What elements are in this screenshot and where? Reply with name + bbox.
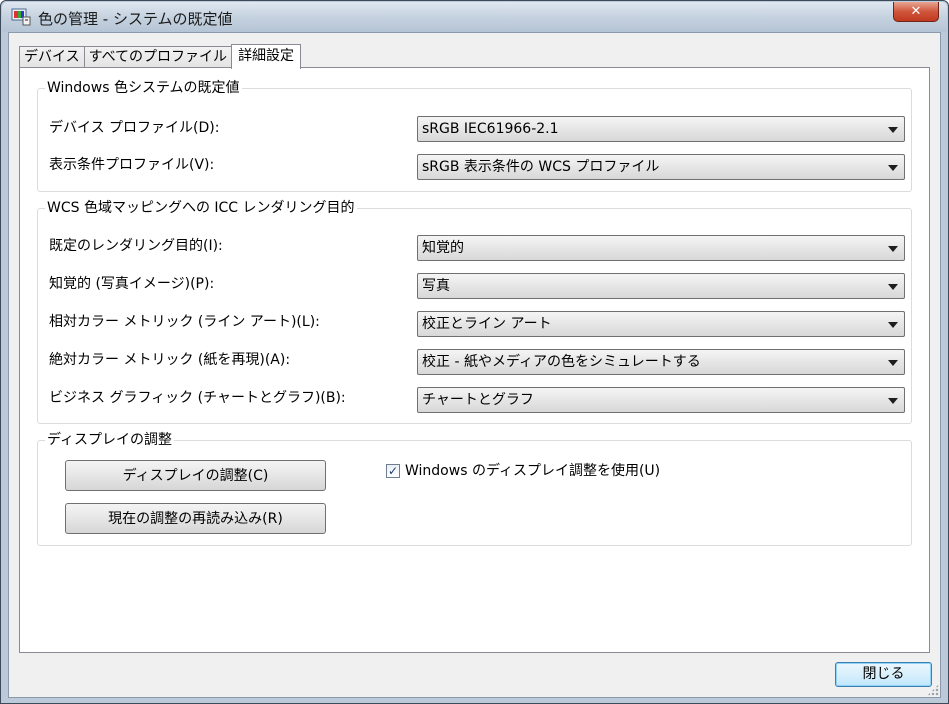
absolute-colorimetric-select[interactable]: 校正 - 紙やメディアの色をシミュレートする <box>417 349 905 375</box>
use-windows-calibration-checkbox[interactable]: ✓ <box>386 464 400 478</box>
device-profile-label: デバイス プロファイル(D): <box>49 120 220 136</box>
absolute-colorimetric-value: 校正 - 紙やメディアの色をシミュレートする <box>422 354 701 370</box>
tab-all-profiles[interactable]: すべてのプロファイル <box>83 46 232 68</box>
window-close-button[interactable]: ✕ <box>893 2 939 22</box>
close-icon: ✕ <box>910 4 922 19</box>
chevron-down-icon <box>888 322 898 328</box>
dialog-body: デバイス すべてのプロファイル 詳細設定 Windows 色システムの既定値 デ… <box>8 32 941 698</box>
viewing-profile-label: 表示条件プロファイル(V): <box>49 157 215 173</box>
icc-mapping-legend: WCS 色域マッピングへの ICC レンダリング目的 <box>45 198 357 218</box>
display-calibration-group: ディスプレイの調整 ディスプレイの調整(C) 現在の調整の再読み込み(R) ✓ … <box>37 430 912 546</box>
tab-strip: デバイス すべてのプロファイル 詳細設定 <box>19 44 302 69</box>
tab-panel-advanced: Windows 色システムの既定値 デバイス プロファイル(D): sRGB I… <box>19 67 930 653</box>
chevron-down-icon <box>888 360 898 366</box>
absolute-colorimetric-label: 絶対カラー メトリック (紙を再現)(A): <box>49 352 291 368</box>
display-calibration-legend: ディスプレイの調整 <box>45 430 175 450</box>
chevron-down-icon <box>888 284 898 290</box>
calibrate-display-button[interactable]: ディスプレイの調整(C) <box>65 460 326 491</box>
chevron-down-icon <box>888 127 898 133</box>
default-intent-label: 既定のレンダリング目的(I): <box>49 238 223 254</box>
chevron-down-icon <box>888 246 898 252</box>
business-graphics-label: ビジネス グラフィック (チャートとグラフ)(B): <box>49 390 346 406</box>
icc-mapping-group: WCS 色域マッピングへの ICC レンダリング目的 既定のレンダリング目的(I… <box>37 198 912 424</box>
relative-colorimetric-value: 校正とライン アート <box>422 316 552 332</box>
perceptual-label: 知覚的 (写真イメージ)(P): <box>49 276 215 292</box>
perceptual-select[interactable]: 写真 <box>417 273 905 299</box>
device-profile-value: sRGB IEC61966-2.1 <box>422 121 559 137</box>
perceptual-value: 写真 <box>422 278 450 294</box>
viewing-profile-value: sRGB 表示条件の WCS プロファイル <box>422 159 660 175</box>
relative-colorimetric-label: 相対カラー メトリック (ライン アート)(L): <box>49 314 320 330</box>
business-graphics-value: チャートとグラフ <box>422 392 534 408</box>
tab-advanced[interactable]: 詳細設定 <box>231 44 302 69</box>
viewing-profile-select[interactable]: sRGB 表示条件の WCS プロファイル <box>417 154 905 180</box>
relative-colorimetric-select[interactable]: 校正とライン アート <box>417 311 905 337</box>
reload-calibration-button[interactable]: 現在の調整の再読み込み(R) <box>65 503 326 534</box>
window: 色の管理 - システムの既定値 ✕ デバイス すべてのプロファイル 詳細設定 W… <box>0 0 949 704</box>
windows-defaults-group: Windows 色システムの既定値 デバイス プロファイル(D): sRGB I… <box>37 78 912 192</box>
default-intent-select[interactable]: 知覚的 <box>417 235 905 261</box>
checkmark-icon: ✓ <box>387 464 399 478</box>
chevron-down-icon <box>888 398 898 404</box>
tab-devices[interactable]: デバイス <box>19 46 84 68</box>
close-button[interactable]: 閉じる <box>835 662 932 687</box>
color-management-icon <box>11 8 31 26</box>
window-title: 色の管理 - システムの既定値 <box>38 10 233 28</box>
windows-defaults-legend: Windows 色システムの既定値 <box>45 78 242 98</box>
use-windows-calibration-label[interactable]: Windows のディスプレイ調整を使用(U) <box>405 462 660 480</box>
title-bar[interactable]: 色の管理 - システムの既定値 ✕ <box>2 2 947 32</box>
business-graphics-select[interactable]: チャートとグラフ <box>417 387 905 413</box>
device-profile-select[interactable]: sRGB IEC61966-2.1 <box>417 116 905 142</box>
chevron-down-icon <box>888 165 898 171</box>
default-intent-value: 知覚的 <box>422 240 464 256</box>
